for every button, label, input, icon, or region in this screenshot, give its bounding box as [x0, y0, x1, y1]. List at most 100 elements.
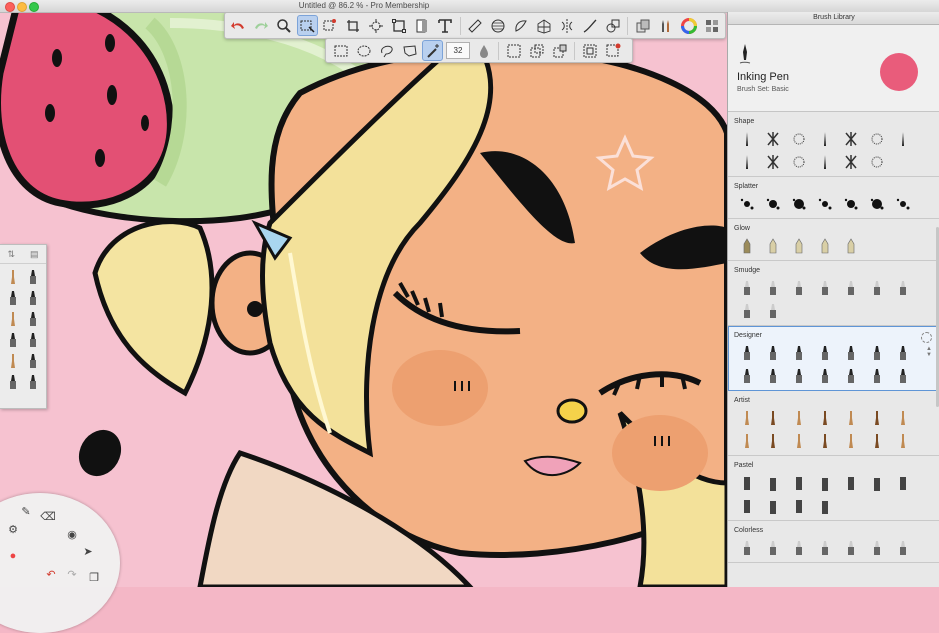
tolerance-icon[interactable] — [473, 40, 494, 61]
lagoon-undo-icon[interactable]: ↶ — [43, 566, 59, 582]
glow-brush-icon[interactable] — [812, 236, 838, 256]
ellipse-select-icon[interactable] — [353, 40, 374, 61]
shape-brush-icon[interactable] — [838, 152, 864, 172]
splatter-brush-icon[interactable] — [734, 194, 760, 214]
lagoon-color-wheel-icon[interactable]: ◉ — [64, 526, 80, 542]
ellipse-guide-icon[interactable] — [487, 15, 508, 36]
polygon-lasso-icon[interactable] — [399, 40, 420, 61]
french-curve-icon[interactable] — [510, 15, 531, 36]
splatter-brush-icon[interactable] — [838, 194, 864, 214]
artist-brush-icon[interactable] — [734, 408, 760, 428]
designer-brush-icon[interactable] — [786, 343, 812, 363]
add-selection-icon[interactable] — [526, 40, 547, 61]
colorless-brush-icon[interactable] — [734, 538, 760, 558]
artist-brush-icon[interactable] — [890, 431, 916, 451]
undo-icon[interactable] — [228, 15, 249, 36]
smudge-brush-icon[interactable] — [734, 278, 760, 298]
ruler-icon[interactable] — [465, 15, 486, 36]
smudge-brush-icon[interactable] — [812, 278, 838, 298]
settings-icon[interactable]: ⚙ — [5, 521, 21, 537]
glow-brush-icon[interactable] — [786, 236, 812, 256]
brush-icon[interactable]: ✎ — [18, 503, 34, 519]
artist-brush-icon[interactable] — [864, 408, 890, 428]
palette-brush-icon[interactable] — [3, 289, 23, 306]
pastel-brush-icon[interactable] — [786, 473, 812, 493]
artist-brush-icon[interactable] — [812, 408, 838, 428]
perspective-grid-icon[interactable] — [533, 15, 554, 36]
smudge-brush-icon[interactable] — [786, 278, 812, 298]
layers-icon[interactable] — [701, 15, 722, 36]
shape-brush-icon[interactable] — [864, 152, 890, 172]
palette-brush-icon[interactable] — [23, 268, 43, 285]
crop-icon[interactable] — [320, 15, 341, 36]
pastel-brush-icon[interactable] — [734, 473, 760, 493]
clear-selection-icon[interactable] — [602, 40, 623, 61]
designer-brush-icon[interactable] — [890, 343, 916, 363]
designer-brush-icon[interactable] — [760, 343, 786, 363]
lasso-icon[interactable] — [376, 40, 397, 61]
artist-brush-icon[interactable] — [734, 431, 760, 451]
palette-brush-icon[interactable] — [3, 373, 23, 390]
artist-brush-icon[interactable] — [786, 408, 812, 428]
palette-brush-icon[interactable] — [3, 352, 23, 369]
pastel-brush-icon[interactable] — [812, 473, 838, 493]
pointer-icon[interactable]: ➤ — [80, 543, 96, 559]
designer-brush-icon[interactable] — [838, 343, 864, 363]
pastel-brush-icon[interactable] — [864, 473, 890, 493]
drawing-canvas[interactable] — [0, 13, 727, 587]
artist-brush-icon[interactable] — [838, 431, 864, 451]
colorless-brush-icon[interactable] — [812, 538, 838, 558]
copic-icon[interactable] — [632, 15, 653, 36]
smudge-brush-icon[interactable] — [838, 278, 864, 298]
section-reorder-icon[interactable]: ▲ ▼ — [926, 346, 932, 358]
shape-brush-icon[interactable] — [734, 129, 760, 149]
palette-brush-icon[interactable] — [23, 331, 43, 348]
designer-brush-icon[interactable] — [734, 343, 760, 363]
transform-icon[interactable] — [343, 15, 364, 36]
flip-layer-icon[interactable] — [412, 15, 433, 36]
artist-brush-icon[interactable] — [760, 408, 786, 428]
smudge-brush-icon[interactable] — [760, 278, 786, 298]
shape-brush-icon[interactable] — [786, 129, 812, 149]
artist-brush-icon[interactable] — [812, 431, 838, 451]
symmetry-icon[interactable] — [556, 15, 577, 36]
brush-properties-icon[interactable]: ⇅ — [7, 249, 15, 260]
text-icon[interactable] — [435, 15, 456, 36]
designer-brush-icon[interactable] — [786, 366, 812, 386]
shape-brush-icon[interactable] — [890, 129, 916, 149]
rect-select-icon[interactable] — [330, 40, 351, 61]
pastel-brush-icon[interactable] — [890, 473, 916, 493]
pastel-brush-icon[interactable] — [734, 496, 760, 516]
shape-brush-icon[interactable] — [760, 129, 786, 149]
artist-brush-icon[interactable] — [786, 431, 812, 451]
smudge-brush-icon[interactable] — [734, 301, 760, 321]
splatter-brush-icon[interactable] — [812, 194, 838, 214]
designer-brush-icon[interactable] — [864, 366, 890, 386]
glow-brush-icon[interactable] — [760, 236, 786, 256]
shape-brush-icon[interactable] — [734, 152, 760, 172]
designer-brush-icon[interactable] — [760, 366, 786, 386]
splatter-brush-icon[interactable] — [890, 194, 916, 214]
palette-brush-icon[interactable] — [3, 331, 23, 348]
color-puck-icon[interactable]: ● — [5, 548, 21, 564]
palette-brush-icon[interactable] — [3, 310, 23, 327]
designer-brush-icon[interactable] — [838, 366, 864, 386]
steady-stroke-icon[interactable] — [579, 15, 600, 36]
magic-wand-icon[interactable] — [422, 40, 443, 61]
colorless-brush-icon[interactable] — [838, 538, 864, 558]
pastel-brush-icon[interactable] — [760, 496, 786, 516]
color-wheel-icon[interactable] — [678, 15, 699, 36]
current-color-swatch[interactable] — [880, 53, 918, 91]
colorless-brush-icon[interactable] — [864, 538, 890, 558]
smudge-brush-icon[interactable] — [890, 278, 916, 298]
layer-copy-icon[interactable] — [389, 15, 410, 36]
shape-brush-icon[interactable] — [812, 152, 838, 172]
glow-brush-icon[interactable] — [838, 236, 864, 256]
colorless-brush-icon[interactable] — [890, 538, 916, 558]
pastel-brush-icon[interactable] — [812, 496, 838, 516]
lagoon-layers-icon[interactable]: ❐ — [86, 569, 102, 585]
glow-brush-icon[interactable] — [734, 236, 760, 256]
shape-icon[interactable] — [602, 15, 623, 36]
eraser-icon[interactable]: ⌫ — [40, 508, 56, 524]
palette-brush-icon[interactable] — [23, 310, 43, 327]
